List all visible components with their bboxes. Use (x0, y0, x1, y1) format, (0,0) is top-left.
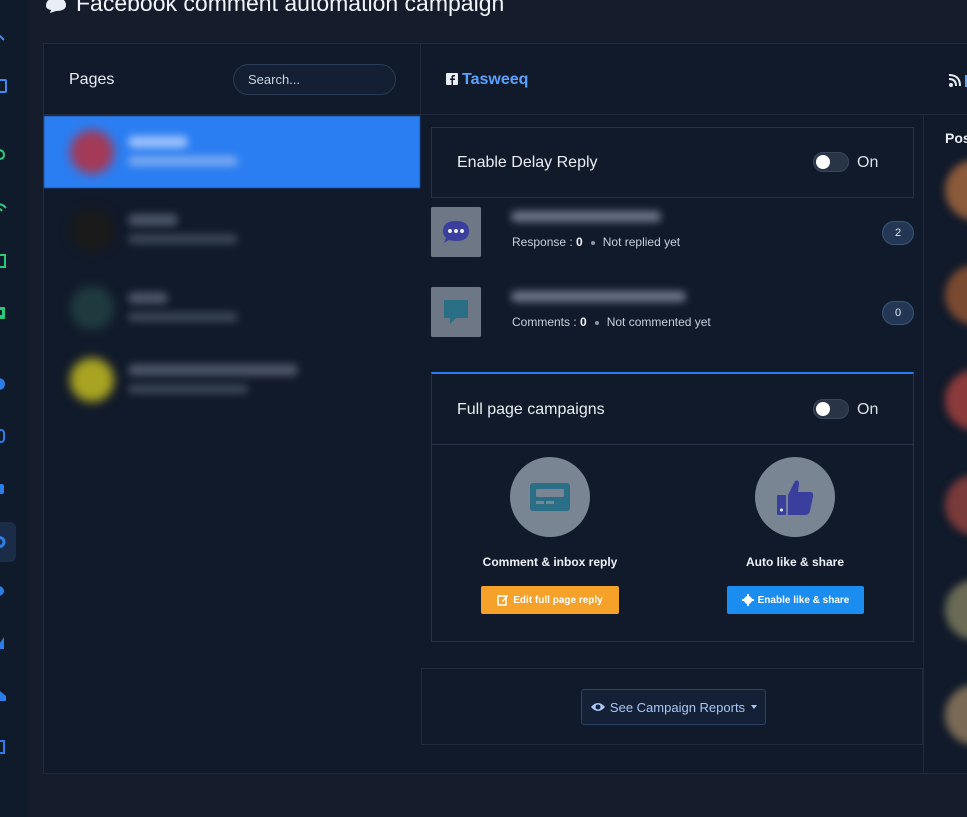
response-title-blurred (511, 211, 661, 222)
icon-rail (0, 0, 28, 817)
delay-reply-title: Enable Delay Reply (457, 154, 598, 171)
comments-status: Not commented yet (606, 315, 711, 329)
see-campaign-reports-label: See Campaign Reports (609, 699, 746, 715)
phone-icon[interactable] (0, 306, 8, 320)
page-list-item[interactable] (44, 272, 420, 344)
post-thumbnail[interactable] (945, 580, 967, 640)
separator-dot (590, 240, 595, 245)
page-meta-blurred (128, 384, 248, 394)
comment-inbox-name: Comment & inbox reply (482, 555, 618, 569)
video-icon[interactable] (0, 482, 8, 496)
instagram-icon[interactable] (0, 429, 8, 443)
response-status: Not replied yet (602, 235, 681, 249)
full-page-toggle-label: On (857, 401, 879, 418)
see-campaign-reports-button[interactable]: See Campaign Reports (581, 689, 766, 725)
comments-summary: Comments : 0 Not commented yet (512, 315, 711, 329)
edit-full-page-reply-label: Edit full page reply (513, 594, 603, 606)
page-list-item[interactable] (44, 194, 420, 266)
chip-icon[interactable] (0, 254, 8, 268)
response-stat-row: Response : 0 Not replied yet 2 (431, 207, 914, 259)
comments-label: Comments : (512, 315, 577, 329)
messenger-icon[interactable] (0, 377, 8, 391)
caret-down-icon (751, 705, 758, 709)
post-thumbnail[interactable] (945, 265, 967, 325)
page-list-item[interactable] (44, 344, 420, 416)
full-page-title: Full page campaigns (457, 401, 605, 418)
page-meta-blurred (128, 312, 238, 322)
full-page-campaigns-card: Full page campaigns On Comment & inbox r… (431, 372, 914, 642)
page-name-blurred (128, 136, 188, 148)
page-avatar (70, 286, 114, 330)
page-name-blurred (128, 364, 298, 376)
page-list-item[interactable] (44, 116, 420, 188)
edit-full-page-reply-button[interactable]: Edit full page reply (481, 586, 619, 614)
facebook-icon (446, 73, 458, 85)
pages-header: Pages (44, 44, 420, 115)
thumbs-up-icon (755, 457, 835, 537)
separator-dot (594, 320, 599, 325)
post-thumbnail[interactable] (945, 370, 967, 430)
message-card-icon (510, 457, 590, 537)
selected-page-name: Tasweeq (462, 71, 529, 88)
selected-page-link[interactable]: Tasweeq (446, 71, 528, 89)
page-title: Facebook comment automation campaign (44, 0, 504, 17)
comments-count-badge: 0 (882, 301, 914, 325)
page-meta-blurred (128, 234, 238, 244)
enable-like-share-label: Enable like & share (757, 594, 850, 606)
toggle-knob (816, 155, 830, 169)
comment-icon (431, 287, 481, 337)
gear-icon (741, 594, 754, 606)
post-thumbnail[interactable] (945, 160, 967, 220)
page-title-text: Facebook comment automation campaign (76, 0, 505, 16)
page-avatar (70, 358, 114, 402)
edit-icon (497, 595, 509, 606)
post-thumbnail[interactable] (945, 685, 967, 745)
pages-label: Pages (69, 71, 115, 88)
delay-reply-toggle[interactable] (813, 152, 849, 172)
response-label: Response : (512, 235, 573, 249)
feed-toggle[interactable] (948, 73, 967, 89)
posts-column: Post (923, 115, 967, 773)
comment-nav-icon[interactable] (0, 535, 8, 549)
hook-icon[interactable] (0, 147, 8, 161)
pages-column: Pages (44, 44, 420, 773)
page-avatar (70, 208, 114, 252)
comments-stat-row: Comments : 0 Not commented yet 0 (431, 287, 914, 339)
page-name-blurred (128, 214, 178, 226)
page-meta-blurred (128, 156, 238, 166)
search-input[interactable] (233, 64, 396, 95)
full-page-toggle[interactable] (813, 399, 849, 419)
card-divider (432, 444, 913, 445)
delay-reply-toggle-label: On (857, 154, 879, 171)
posts-label: Post (945, 130, 967, 146)
post-thumbnail[interactable] (945, 475, 967, 535)
campaign-header: Tasweeq (420, 44, 967, 115)
comments-value: 0 (580, 315, 587, 329)
rss-icon (948, 74, 967, 87)
inbox-icon[interactable] (0, 688, 8, 702)
response-summary: Response : 0 Not replied yet (512, 235, 680, 249)
book-icon[interactable] (0, 740, 8, 754)
monitor-icon[interactable] (0, 79, 8, 93)
campaign-reports-box: See Campaign Reports (421, 668, 923, 745)
menu-icon[interactable] (0, 30, 8, 44)
auto-like-share-name: Auto like & share (745, 555, 845, 569)
eye-icon (590, 703, 605, 711)
eye-nav-icon[interactable] (0, 584, 8, 598)
page-avatar (70, 130, 114, 174)
response-value: 0 (576, 235, 583, 249)
enable-like-share-button[interactable]: Enable like & share (727, 586, 864, 614)
send-icon[interactable] (0, 636, 8, 650)
response-count-badge: 2 (882, 221, 914, 245)
page-name-blurred (128, 292, 168, 304)
chat-bubbles-icon (46, 0, 66, 13)
toggle-knob (816, 402, 830, 416)
chat-bubble-icon (431, 207, 481, 257)
wifi-icon[interactable] (0, 200, 8, 214)
delay-reply-card: Enable Delay Reply On (431, 127, 914, 198)
comments-title-blurred (511, 291, 686, 302)
